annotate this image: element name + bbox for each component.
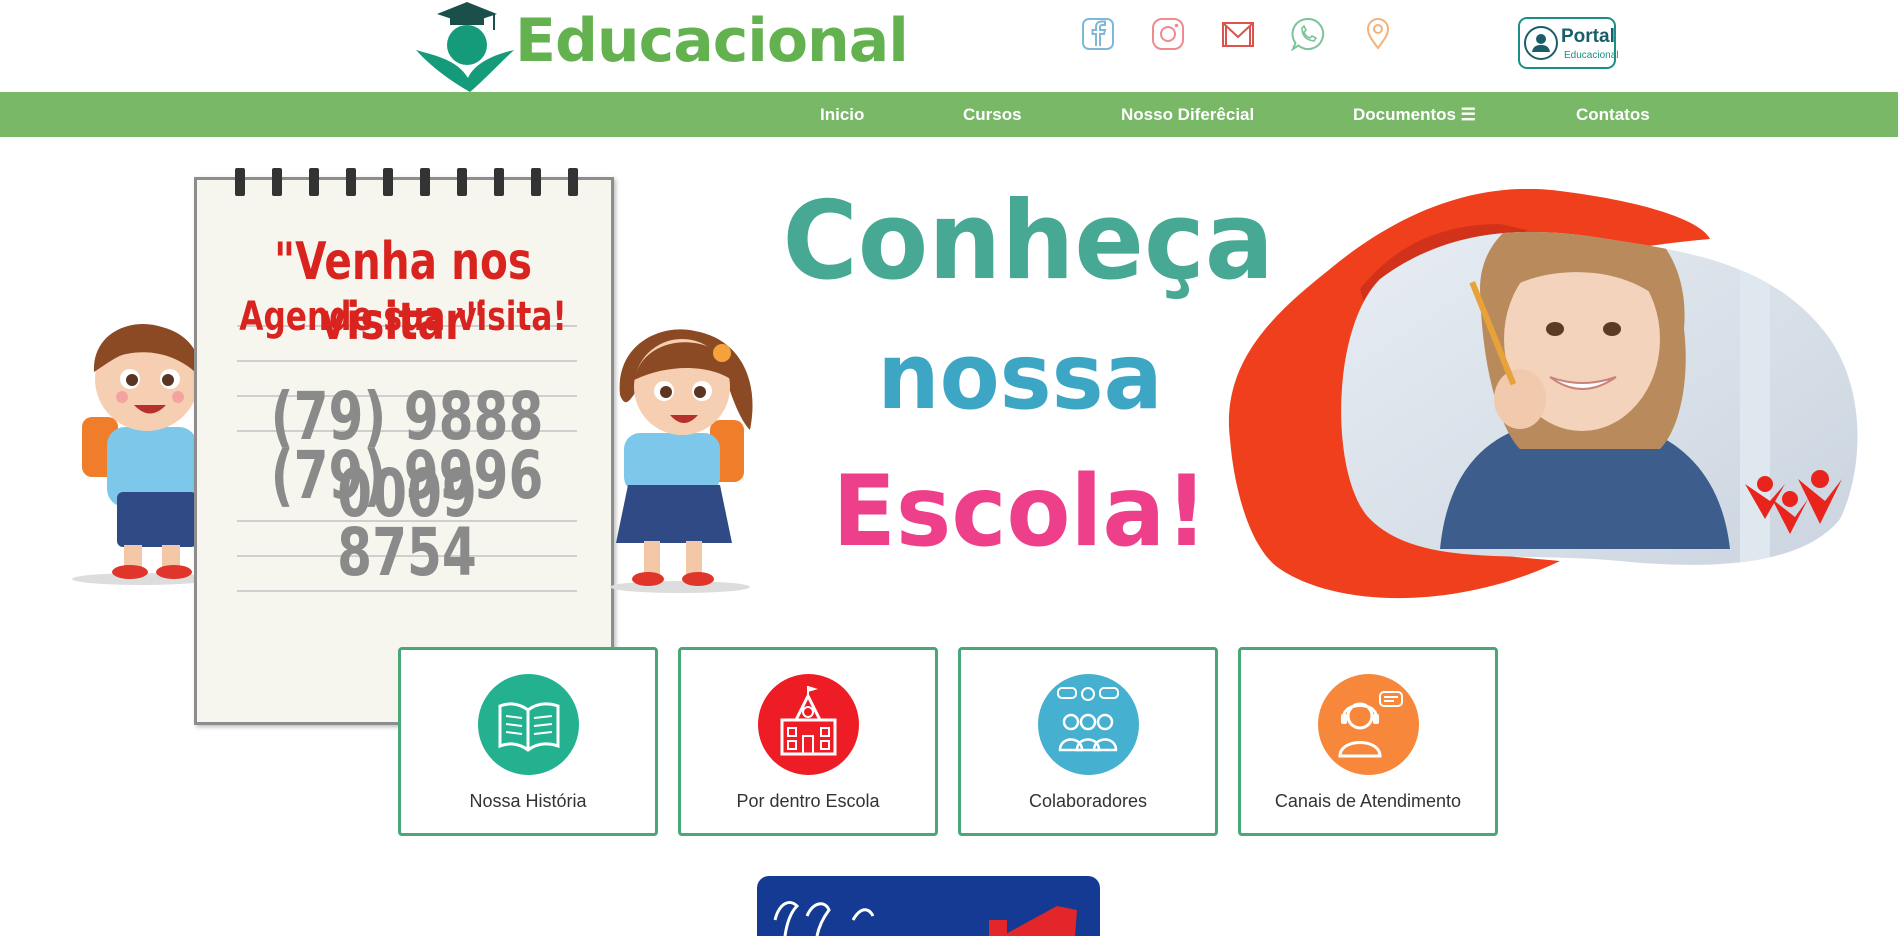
- location-pin-icon[interactable]: [1360, 16, 1396, 52]
- hero-banner[interactable]: "Venha nos visitar" Agende sua visita! (…: [0, 137, 1898, 725]
- main-nav: Inicio Cursos Nosso Diferêcial Documento…: [0, 92, 1898, 137]
- portal-button[interactable]: Portal Educacional: [1518, 17, 1619, 69]
- instagram-icon[interactable]: [1150, 16, 1186, 52]
- mail-icon[interactable]: [1220, 16, 1256, 52]
- facebook-icon[interactable]: [1080, 16, 1116, 52]
- school-building-icon: [758, 674, 859, 775]
- hero-line-escola: Escola!: [832, 455, 1208, 569]
- hero-line-conheca: Conheça: [782, 179, 1275, 304]
- student-photo: [1228, 189, 1858, 598]
- team-icon: [1038, 674, 1139, 775]
- card-label: Canais de Atendimento: [1274, 791, 1462, 811]
- open-book-icon: [478, 674, 579, 775]
- card-canais-atendimento[interactable]: Canais de Atendimento: [1238, 647, 1498, 836]
- megaphone-icon: [773, 901, 1077, 936]
- phone-2: (79) 9996 8754: [270, 437, 544, 591]
- visit-subtitle: Agende sua visita!: [239, 294, 567, 340]
- nav-item-contatos[interactable]: Contatos: [1576, 92, 1650, 137]
- site-header: Educacional Portal Educacional: [0, 0, 1898, 92]
- portal-title: Portal: [1561, 26, 1615, 47]
- notice-banner[interactable]: [757, 876, 1100, 936]
- girl-illustration: [610, 329, 753, 593]
- brand-logo[interactable]: Educacional: [412, 0, 909, 92]
- user-icon: [1524, 26, 1558, 60]
- card-por-dentro-escola[interactable]: Por dentro Escola: [678, 647, 938, 836]
- card-label: Nossa História: [469, 791, 587, 811]
- nav-item-diferencial[interactable]: Nosso Diferêcial: [1121, 92, 1254, 137]
- visit-notepad: "Venha nos visitar" Agende sua visita! (…: [194, 168, 614, 725]
- card-nossa-historia[interactable]: Nossa História: [398, 647, 658, 836]
- nav-item-cursos[interactable]: Cursos: [963, 92, 1022, 137]
- card-label: Por dentro Escola: [736, 791, 880, 811]
- whatsapp-icon[interactable]: [1290, 16, 1326, 52]
- nav-item-documentos[interactable]: Documentos ☰: [1353, 92, 1476, 137]
- support-headset-icon: [1318, 674, 1419, 775]
- card-colaboradores[interactable]: Colaboradores: [958, 647, 1218, 836]
- card-label: Colaboradores: [1028, 791, 1148, 811]
- hero-line-nossa: nossa: [877, 323, 1163, 430]
- brand-name: Educacional: [515, 6, 909, 76]
- nav-item-inicio[interactable]: Inicio: [820, 92, 864, 137]
- portal-subtitle: Educacional: [1564, 50, 1619, 61]
- graduate-logo-icon: [416, 2, 514, 92]
